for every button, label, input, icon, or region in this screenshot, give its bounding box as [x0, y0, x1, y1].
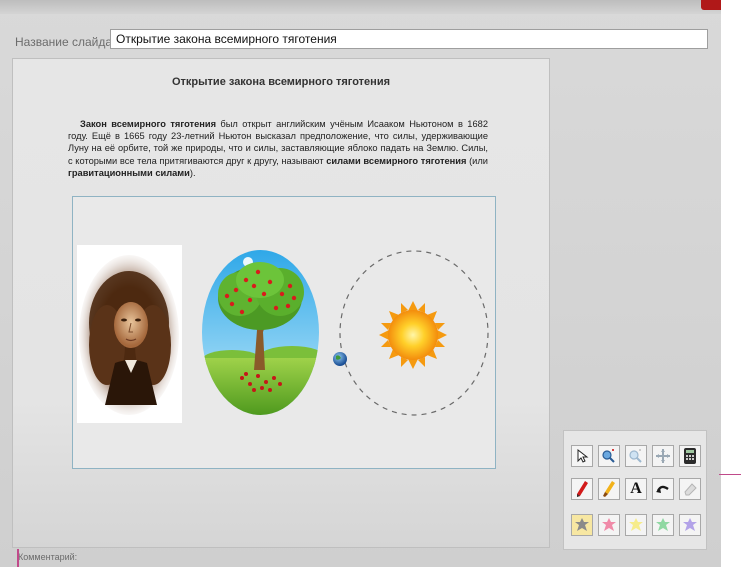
eraser-icon[interactable]	[679, 478, 701, 500]
newton-portrait	[77, 245, 182, 423]
pointer-icon[interactable]	[571, 445, 593, 467]
highlighter-icon[interactable]	[598, 478, 620, 500]
tool-palette: A	[563, 430, 707, 550]
cursor-line	[17, 549, 19, 567]
term-gravitational: гравитационными силами	[68, 167, 190, 178]
slide-body-text: Закон всемирного тяготения был открыт ан…	[68, 118, 488, 179]
slide-name-input[interactable]: Открытие закона всемирного тяготения	[110, 29, 708, 49]
body-text-2: (или	[466, 155, 488, 166]
earth-sun-orbit-illustration	[333, 250, 489, 416]
stamp-gray-icon[interactable]	[571, 514, 593, 536]
comment-label: Комментарий:	[18, 552, 78, 562]
zoom-in-icon[interactable]	[598, 445, 620, 467]
stamp-purple-icon[interactable]	[679, 514, 701, 536]
app-window: Название слайда: Открытие закона всемирн…	[0, 0, 721, 567]
stamp-pink-icon[interactable]	[598, 514, 620, 536]
accent-line	[719, 474, 741, 475]
text-icon: A	[630, 480, 642, 497]
text-tool[interactable]: A	[625, 478, 647, 500]
term-law: Закон всемирного тяготения	[80, 119, 216, 129]
window-titlebar	[0, 0, 721, 14]
stamp-green-icon[interactable]	[652, 514, 674, 536]
close-button[interactable]	[701, 0, 721, 10]
zoom-out-icon[interactable]	[625, 445, 647, 467]
calculator-icon[interactable]	[679, 445, 701, 467]
slide-canvas[interactable]: Открытие закона всемирного тяготения Зак…	[12, 58, 550, 548]
apple-tree-illustration	[202, 250, 319, 415]
slide-title: Открытие закона всемирного тяготения	[171, 76, 390, 88]
move-icon[interactable]	[652, 445, 674, 467]
slide-name-label: Название слайда:	[15, 35, 116, 49]
term-gravity-forces: силами всемирного тяготения	[326, 155, 467, 166]
body-text-3: ).	[189, 167, 196, 178]
stamp-yellow-icon[interactable]	[625, 514, 647, 536]
illustration-frame[interactable]	[72, 196, 496, 469]
undo-icon[interactable]	[652, 478, 674, 500]
red-pen-icon[interactable]	[571, 478, 593, 500]
